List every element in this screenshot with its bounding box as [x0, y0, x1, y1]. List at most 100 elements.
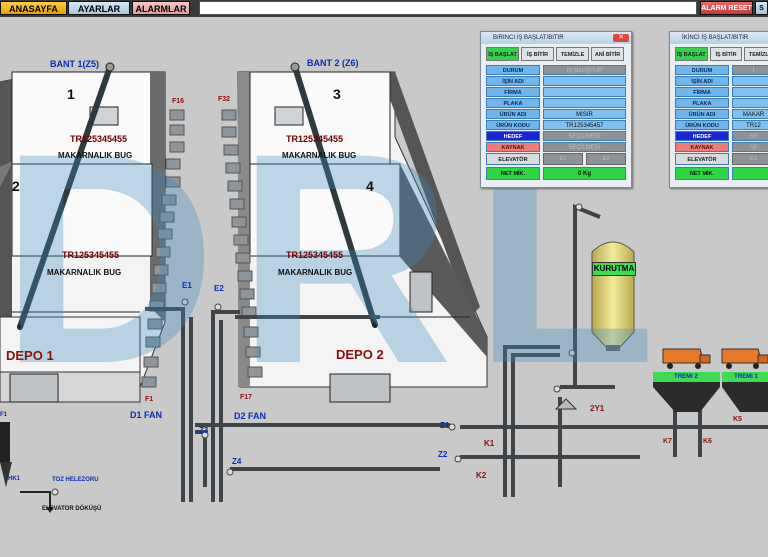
net-amount-value: 0 Kg — [543, 167, 626, 180]
valve-k1-label: K1 — [484, 439, 495, 448]
cell-1-number: 1 — [67, 86, 75, 102]
product-code-label: ÜRÜN KODU — [486, 120, 540, 130]
source-select-2[interactable]: SE — [732, 142, 768, 152]
valve-k6-label: K6 — [703, 438, 712, 445]
tab-finish-job[interactable]: İŞ BİTİR — [521, 47, 554, 61]
product-name-field[interactable]: MISIR — [543, 109, 626, 119]
cell-4-number: 4 — [366, 178, 374, 194]
tab-finish-job-2[interactable]: İŞ BİTİR — [709, 47, 743, 61]
cell-2-product: MAKARNALIK BUG — [47, 268, 122, 277]
cell-2-product-code: TR125345455 — [62, 250, 120, 260]
cell-2-number: 2 — [12, 178, 20, 194]
cell-1-product: MAKARNALIK BUG — [58, 151, 133, 160]
extra-button[interactable]: S — [755, 1, 768, 15]
company-label-2: FİRMA — [675, 87, 729, 97]
cell-4-product-code: TR125345455 — [286, 250, 344, 260]
alarm-reset-button[interactable]: ALARM RESET — [700, 1, 753, 15]
elevator-e1-toggle-2[interactable]: E1 — [732, 153, 768, 165]
hk1-label: HK1 — [8, 476, 21, 482]
alarms-button[interactable]: ALARMLAR — [132, 1, 190, 15]
target-label: HEDEF — [486, 131, 540, 141]
product-name-field-2[interactable]: MAKAR — [732, 109, 768, 119]
job-name-label: İŞİN ADI — [486, 76, 540, 86]
depot-1-fan-label: D1 FAN — [130, 410, 163, 420]
product-name-label: ÜRÜN ADI — [486, 109, 540, 119]
source-select[interactable]: SEÇİLMEDİ — [543, 142, 626, 152]
cell-1-product-code: TR125345455 — [70, 134, 128, 144]
target-label-2: HEDEF — [675, 131, 729, 141]
bant-2-label: BANT 2 (Z6) — [307, 58, 359, 68]
first-job-dialog-title: BIRINCI İŞ BAŞLAT/BITIR — [493, 35, 564, 41]
cell-3-product: MAKARNALIK BUG — [282, 151, 357, 160]
settings-button[interactable]: AYARLAR — [68, 1, 130, 15]
conveyor-z3-label: Z3 — [199, 426, 209, 435]
f1-small-label: F1 — [0, 412, 8, 418]
source-label-2: KAYNAK — [675, 142, 729, 152]
product-name-label-2: ÜRÜN ADI — [675, 109, 729, 119]
elevator-discharge-label: ELEVATOR DÖKÜŞÜ — [42, 506, 102, 512]
truck-2 — [721, 348, 768, 369]
status-label: DURUM — [486, 65, 540, 75]
valve-k2-label: K2 — [476, 471, 487, 480]
company-field-2[interactable] — [732, 87, 768, 97]
plate-field-2[interactable] — [732, 98, 768, 108]
plate-field[interactable] — [543, 98, 626, 108]
fan-f1-label: F1 — [145, 396, 154, 403]
tab-start-job-2[interactable]: İŞ BAŞLAT — [675, 47, 708, 61]
net-amount-value-2 — [732, 167, 768, 180]
status-label-2: DURUM — [675, 65, 729, 75]
tab-clear[interactable]: TEMİZLE — [556, 47, 589, 61]
second-job-dialog-title: İKİNCİ İŞ BAŞLAT/BITIR — [682, 35, 749, 41]
tab-start-job[interactable]: İŞ BAŞLAT — [486, 47, 519, 61]
status-value-2[interactable]: İ — [732, 65, 768, 75]
net-amount-label: NET MİK. — [486, 167, 540, 180]
fan-f16-label: F16 — [172, 98, 185, 105]
first-job-dialog: BIRINCI İŞ BAŞLAT/BITIR ✕ İŞ BAŞLAT İŞ Bİ… — [480, 31, 632, 188]
conveyor-z2-label: Z2 — [438, 450, 448, 459]
conveyor-z4-label: Z4 — [232, 457, 242, 466]
tab-clear-2[interactable]: TEMİZLE — [744, 47, 768, 61]
plate-label: PLAKA — [486, 98, 540, 108]
product-code-field-2[interactable]: TR12 — [732, 120, 768, 130]
valve-k7-label: K7 — [663, 438, 672, 445]
company-field[interactable] — [543, 87, 626, 97]
conveyor-z1-label: Z1 — [440, 421, 450, 430]
plate-label-2: PLAKA — [675, 98, 729, 108]
plant-schematic: DRL — [0, 62, 768, 513]
close-icon[interactable]: ✕ — [613, 34, 629, 42]
job-name-field[interactable] — [543, 76, 626, 86]
home-button[interactable]: ANASAYFA — [0, 1, 67, 15]
cell-4-product: MAKARNALIK BUG — [278, 268, 353, 277]
job-name-label-2: İŞİN ADI — [675, 76, 729, 86]
product-code-label-2: ÜRÜN KODU — [675, 120, 729, 130]
target-select-2[interactable]: SE — [732, 131, 768, 141]
dryer-label[interactable]: KURUTMA — [592, 262, 636, 276]
cell-3-number: 3 — [333, 86, 341, 102]
job-name-field-2[interactable] — [732, 76, 768, 86]
elevator-label: ELEVATÖR — [486, 153, 540, 165]
cell-3-product-code: TR125345455 — [286, 134, 344, 144]
company-label: FİRMA — [486, 87, 540, 97]
depot-1-name: DEPO 1 — [6, 348, 54, 363]
status-value[interactable]: İŞ OLUŞTUR — [543, 65, 626, 75]
hopper-1-label[interactable]: TREMI 1 — [724, 374, 768, 380]
target-select[interactable]: SEÇİLMEDİ — [543, 131, 626, 141]
depot-2-name: DEPO 2 — [336, 347, 384, 362]
second-job-dialog: İKİNCİ İŞ BAŞLAT/BITIR İŞ BAŞLAT İŞ BİTİ… — [669, 31, 768, 188]
elevator-label-2: ELEVATÖR — [675, 153, 729, 165]
elevator-e2-toggle[interactable]: E2 — [586, 153, 626, 165]
source-label: KAYNAK — [486, 142, 540, 152]
depot-2-fan-label: D2 FAN — [234, 411, 267, 421]
fan-f17-label: F17 — [240, 394, 253, 401]
bant-1-label: BANT 1(Z5) — [50, 59, 99, 69]
dust-screw-label: TOZ HELEZORU — [52, 477, 99, 483]
product-code-field[interactable]: TR125345457 — [543, 120, 626, 130]
tab-instant-finish[interactable]: ANİ BİTİR — [591, 47, 624, 61]
hopper-2-label[interactable]: TREMI 2 — [655, 374, 717, 380]
valve-k5-label: K5 — [733, 416, 742, 423]
elevator-e2-label: E2 — [214, 284, 224, 293]
alarm-message-field — [199, 1, 697, 15]
elevator-e1-toggle[interactable]: E1 — [543, 153, 583, 165]
diverter-2y1-label: 2Y1 — [590, 404, 605, 413]
elevator-e1-label: E1 — [182, 281, 192, 290]
